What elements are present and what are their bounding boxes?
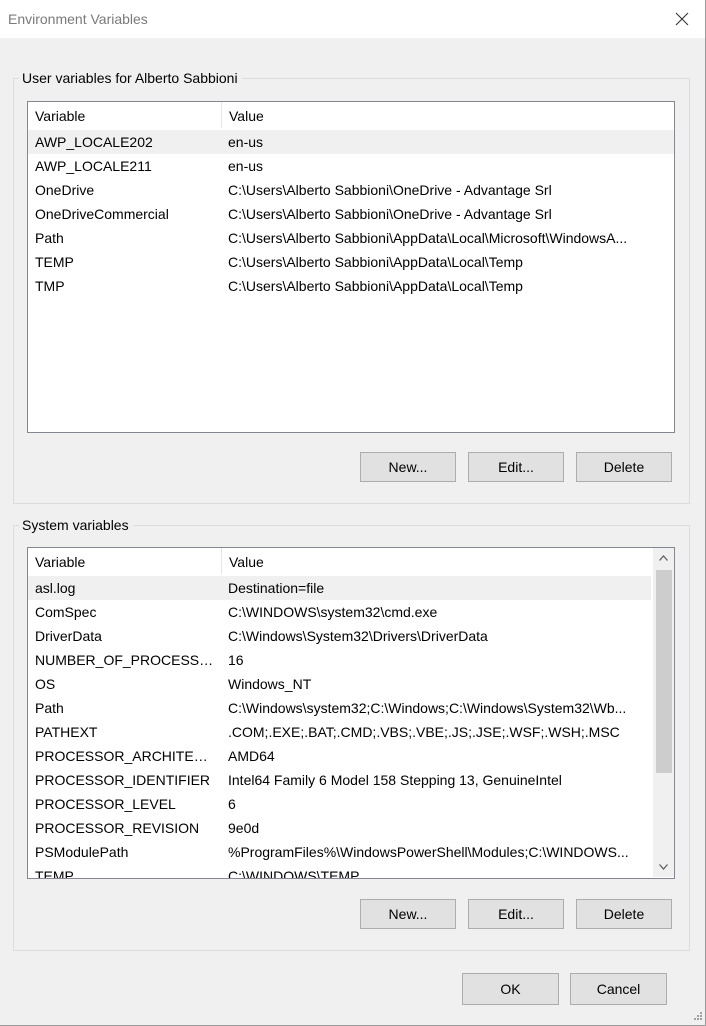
variable-name: DriverData	[35, 628, 102, 644]
user-delete-button[interactable]: Delete	[576, 452, 672, 482]
resize-grip-icon[interactable]	[691, 1011, 703, 1023]
list-item[interactable]: OneDriveCommercial C:\Users\Alberto Sabbi…	[28, 202, 674, 226]
list-item[interactable]: OneDrive C:\Users\Alberto Sabbioni\OneDri…	[28, 178, 674, 202]
list-item[interactable]: PROCESSOR_LEVEL 6	[28, 792, 651, 816]
list-item[interactable]: TEMP C:\WINDOWS\TEMP	[28, 864, 651, 879]
variable-value: C:\Users\Alberto Sabbioni\AppData\Local\…	[228, 230, 628, 246]
system-delete-button[interactable]: Delete	[576, 899, 672, 929]
variable-value: %ProgramFiles%\WindowsPowerShell\Modules…	[228, 844, 629, 860]
list-item[interactable]: TEMP C:\Users\Alberto Sabbioni\AppData\Lo…	[28, 250, 674, 274]
variable-name: AWP_LOCALE202	[35, 134, 153, 150]
variable-value: 9e0d	[228, 820, 260, 836]
variable-value: Windows_NT	[228, 676, 312, 692]
close-button[interactable]	[659, 0, 705, 38]
user-variables-list[interactable]: Variable Value AWP_LOCALE202 en-us AWP_LOC…	[27, 101, 675, 433]
variable-name: PSModulePath	[35, 844, 129, 860]
list-item[interactable]: ComSpec C:\WINDOWS\system32\cmd.exe	[28, 600, 651, 624]
list-item[interactable]: PSModulePath %ProgramFiles%\WindowsPowerS…	[28, 840, 651, 864]
variable-value: C:\Users\Alberto Sabbioni\AppData\Local\…	[228, 278, 523, 294]
variable-name: OneDriveCommercial	[35, 206, 169, 222]
list-item[interactable]: AWP_LOCALE202 en-us	[28, 130, 674, 154]
user-new-button[interactable]: New...	[360, 452, 456, 482]
user-variables-label: User variables for Alberto Sabbioni	[19, 70, 242, 86]
scroll-down-button[interactable]	[653, 857, 674, 877]
variable-name: PATHEXT	[35, 724, 98, 740]
list-item[interactable]: DriverData C:\Windows\System32\Drivers\Dr…	[28, 624, 651, 648]
list-item[interactable]: PATHEXT .COM;.EXE;.BAT;.CMD;.VBS;.VBE;.JS…	[28, 720, 651, 744]
variable-value: C:\WINDOWS\system32\cmd.exe	[228, 604, 438, 620]
variable-name: AWP_LOCALE211	[35, 158, 152, 174]
variable-name: NUMBER_OF_PROCESSORS	[35, 652, 217, 668]
scroll-up-button[interactable]	[653, 548, 674, 568]
variable-value: 6	[228, 796, 236, 812]
ok-button[interactable]: OK	[462, 973, 559, 1005]
variable-value: Intel64 Family 6 Model 158 Stepping 13, …	[228, 772, 562, 788]
chevron-up-icon	[659, 555, 668, 561]
variable-value: C:\WINDOWS\TEMP	[228, 868, 360, 879]
column-header-value[interactable]: Value	[222, 102, 674, 128]
environment-variables-dialog: Environment Variables User variables for…	[0, 0, 706, 1026]
list-item[interactable]: Path C:\Windows\system32;C:\Windows;C:\Wi…	[28, 696, 651, 720]
list-item[interactable]: NUMBER_OF_PROCESSORS 16	[28, 648, 651, 672]
variable-name: Path	[35, 700, 64, 716]
window-title: Environment Variables	[8, 11, 148, 27]
system-variables-list[interactable]: Variable Value asl.log Destination=file Co…	[27, 547, 675, 879]
variable-value: Destination=file	[228, 580, 325, 596]
variable-name: PROCESSOR_LEVEL	[35, 796, 176, 812]
system-new-button[interactable]: New...	[360, 899, 456, 929]
variable-value: AMD64	[228, 748, 275, 764]
variable-name: OS	[35, 676, 56, 692]
title-bar[interactable]: Environment Variables	[0, 0, 705, 38]
vertical-scrollbar[interactable]	[653, 548, 674, 877]
list-item[interactable]: TMP C:\Users\Alberto Sabbioni\AppData\Loc…	[28, 274, 674, 298]
list-item[interactable]: OS Windows_NT	[28, 672, 651, 696]
list-header: Variable Value	[28, 548, 653, 574]
variable-name: ComSpec	[35, 604, 97, 620]
variable-value: en-us	[228, 134, 264, 150]
list-item[interactable]: Path C:\Users\Alberto Sabbioni\AppData\Lo…	[28, 226, 674, 250]
variable-value: .COM;.EXE;.BAT;.CMD;.VBS;.VBE;.JS;.JSE;.…	[228, 724, 620, 740]
variable-value: C:\Windows\system32;C:\Windows;C:\Window…	[228, 700, 627, 716]
list-item[interactable]: PROCESSOR_ARCHITECTU... AMD64	[28, 744, 651, 768]
list-item[interactable]: asl.log Destination=file	[28, 576, 651, 600]
list-item[interactable]: PROCESSOR_IDENTIFIER Intel64 Family 6 Mod…	[28, 768, 651, 792]
close-icon	[675, 12, 689, 26]
list-item[interactable]: PROCESSOR_REVISION 9e0d	[28, 816, 651, 840]
system-edit-button[interactable]: Edit...	[468, 899, 564, 929]
cancel-button[interactable]: Cancel	[570, 973, 667, 1005]
variable-name: Path	[35, 230, 64, 246]
list-header: Variable Value	[28, 102, 674, 128]
variable-value: C:\Users\Alberto Sabbioni\OneDrive - Adv…	[228, 182, 552, 198]
variable-name: TEMP	[35, 254, 74, 270]
scrollbar-thumb[interactable]	[656, 570, 672, 773]
user-edit-button[interactable]: Edit...	[468, 452, 564, 482]
variable-name: TEMP	[35, 868, 74, 879]
variable-value: C:\Users\Alberto Sabbioni\OneDrive - Adv…	[228, 206, 552, 222]
chevron-down-icon	[659, 864, 668, 870]
variable-name: TMP	[35, 278, 65, 294]
system-variables-label: System variables	[19, 517, 133, 533]
column-header-variable[interactable]: Variable	[28, 548, 222, 574]
variable-name: asl.log	[35, 580, 76, 596]
column-header-value[interactable]: Value	[222, 548, 653, 574]
variable-name: PROCESSOR_IDENTIFIER	[35, 772, 211, 788]
variable-value: en-us	[228, 158, 264, 174]
variable-value: 16	[228, 652, 244, 668]
variable-value: C:\Windows\System32\Drivers\DriverData	[228, 628, 488, 644]
list-item[interactable]: AWP_LOCALE211 en-us	[28, 154, 674, 178]
column-header-variable[interactable]: Variable	[28, 102, 222, 128]
variable-name: PROCESSOR_REVISION	[35, 820, 200, 836]
variable-name: PROCESSOR_ARCHITECTU...	[35, 748, 217, 764]
variable-value: C:\Users\Alberto Sabbioni\AppData\Local\…	[228, 254, 523, 270]
variable-name: OneDrive	[35, 182, 95, 198]
